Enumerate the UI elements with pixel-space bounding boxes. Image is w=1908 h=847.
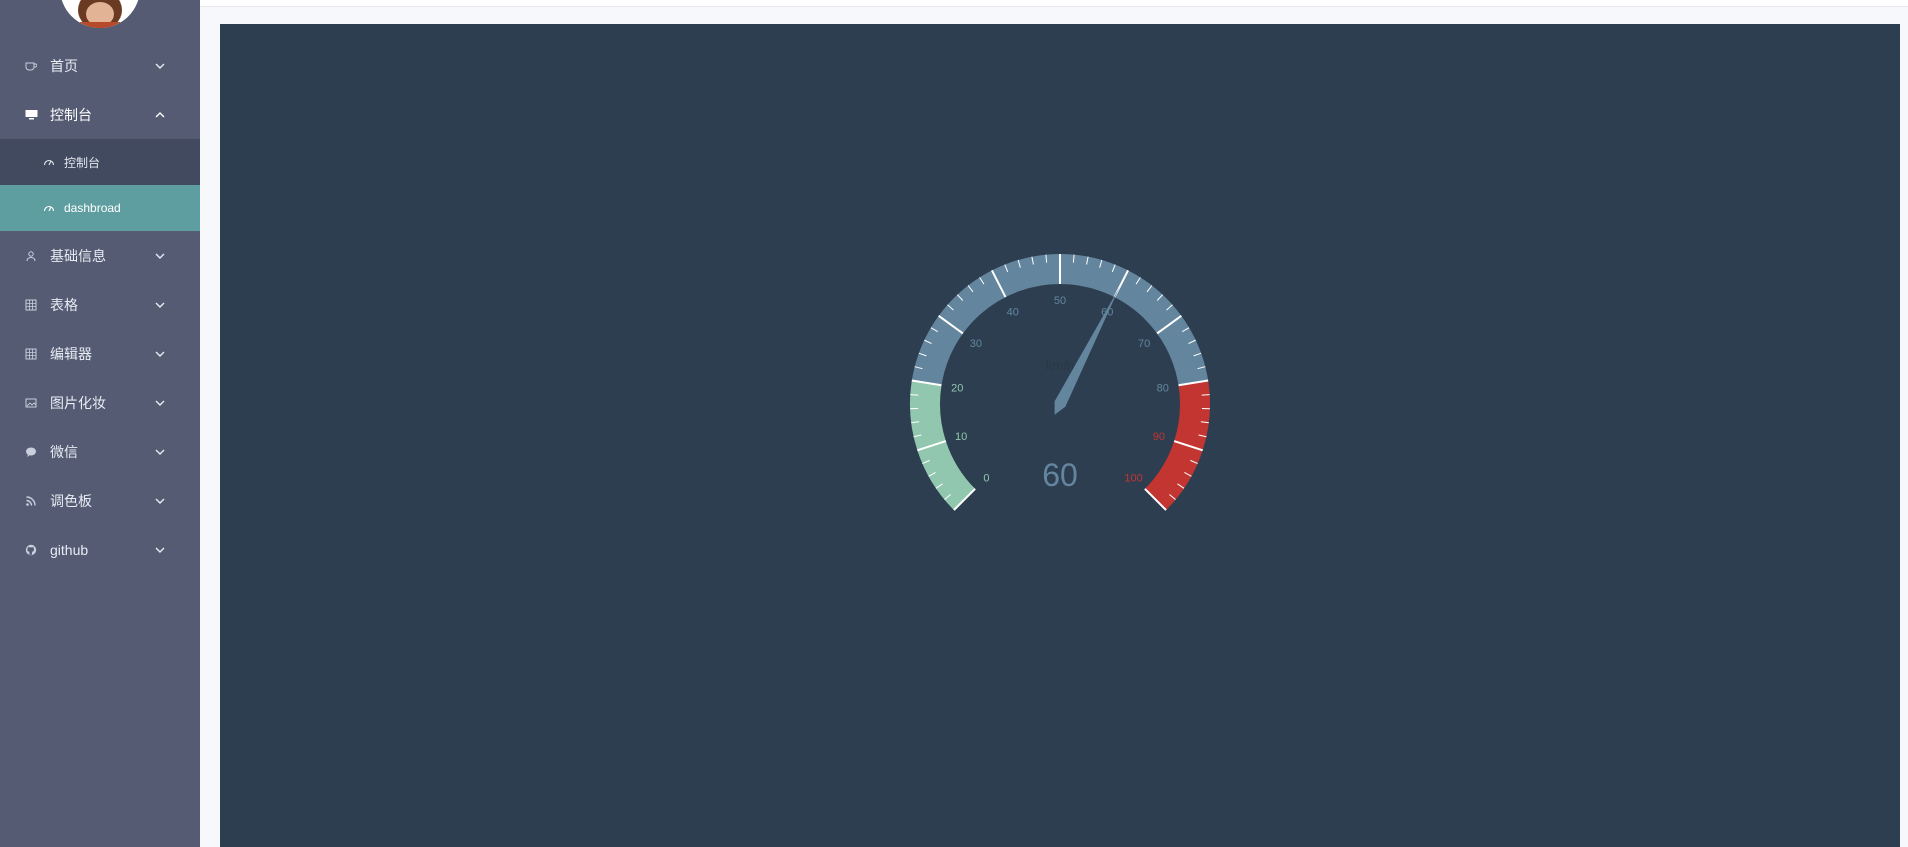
gauge-tick-label: 80 [1157,383,1169,395]
sidebar-item-palette[interactable]: 调色板 [0,476,200,525]
chevron-down-icon [154,446,166,458]
gauge-tick-label: 90 [1153,431,1165,443]
sidebar-item-label: 控制台 [50,106,92,123]
chevron-down-icon [154,544,166,556]
user-icon [24,249,38,263]
github-icon [24,543,38,557]
chevron-down-icon [154,299,166,311]
sidebar-item-wechat[interactable]: 微信 [0,427,200,476]
speed-gauge: 0102030405060708090100 km/h 60 [910,254,1210,511]
gauge-tick-label: 50 [1054,295,1066,307]
chevron-down-icon [154,348,166,360]
chat-bubble-icon [24,445,38,459]
sidebar-item-label: 基础信息 [50,247,106,264]
gauge-tick-label: 30 [970,338,982,350]
avatar[interactable] [60,0,140,28]
sidebar-item-label: 图片化妆 [50,394,106,411]
gauge-tick-label: 10 [955,431,967,443]
gauge-minor-tick [1201,394,1210,396]
sidebar: 首页 控制台 控制台 dashbroad 基础信息 表格 编辑器 图片化妆 微信… [0,0,200,847]
speedometer-icon [42,155,56,169]
gauge-tick-label: 100 [1124,473,1142,485]
chevron-up-icon [154,109,166,121]
sidebar-subitem-label: dashbroad [64,201,121,215]
gauge-tick-label: 40 [1007,306,1019,318]
speedometer-icon [42,201,56,215]
top-bar [200,0,1908,7]
chevron-down-icon [154,250,166,262]
sidebar-item-label: 调色板 [50,492,92,509]
sidebar-subitem-dashbroad[interactable]: dashbroad [0,185,200,231]
gauge-tick-label: 20 [951,383,963,395]
sidebar-subitem-label: 控制台 [64,155,101,170]
gauge-tick-label: 70 [1138,338,1150,350]
sidebar-item-table[interactable]: 表格 [0,280,200,329]
sidebar-item-editor[interactable]: 编辑器 [0,329,200,378]
chevron-down-icon [154,495,166,507]
sidebar-item-label: github [50,541,89,558]
sidebar-item-label: 首页 [50,57,78,74]
gauge-tick-label: 0 [983,473,989,485]
sidebar-item-github[interactable]: github [0,525,200,574]
sidebar-subitem-console[interactable]: 控制台 [0,139,200,185]
chevron-down-icon [154,397,166,409]
gauge-minor-tick [910,394,919,396]
image-icon [24,396,38,410]
sidebar-item-label: 表格 [50,296,78,313]
grid-icon [24,298,38,312]
gauge-unit: km/h [1046,358,1074,373]
sidebar-item-label: 编辑器 [50,345,92,362]
sidebar-item-label: 微信 [50,443,78,460]
grid-icon [24,347,38,361]
rss-icon [24,494,38,508]
coffee-cup-icon [24,59,38,73]
dashboard-panel: 0102030405060708090100 km/h 60 [220,24,1900,847]
monitor-icon [24,108,38,122]
sidebar-item-basic-info[interactable]: 基础信息 [0,231,200,280]
sidebar-item-home[interactable]: 首页 [0,41,200,90]
gauge-value: 60 [1042,457,1078,493]
sidebar-item-console[interactable]: 控制台 [0,90,200,139]
chevron-down-icon [154,60,166,72]
sidebar-item-image-makeup[interactable]: 图片化妆 [0,378,200,427]
